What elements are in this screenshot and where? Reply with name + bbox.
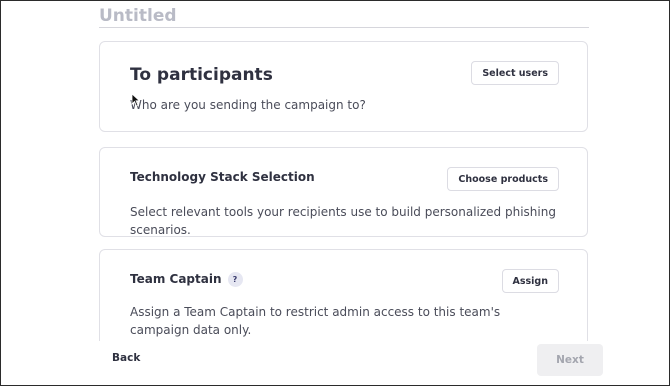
technology-stack-description: Select relevant tools your recipients us… [130,205,556,237]
campaign-setup-page: Untitled To participants Who are you sen… [1,1,669,385]
participants-card: To participants Who are you sending the … [99,41,588,132]
assign-button[interactable]: Assign [501,269,559,293]
campaign-title-input[interactable]: Untitled [99,5,589,28]
help-icon[interactable]: ? [227,272,243,287]
next-button[interactable]: Next [537,344,603,376]
team-captain-heading: Team Captain? [130,272,243,287]
select-users-button[interactable]: Select users [471,61,559,85]
team-captain-description: Assign a Team Captain to restrict admin … [130,305,501,337]
technology-stack-card: Technology Stack Selection Select releva… [99,147,588,237]
team-captain-title: Team Captain [130,272,222,286]
choose-products-button[interactable]: Choose products [447,167,559,191]
participants-title: To participants [130,65,273,85]
mouse-cursor-icon [131,93,141,107]
participants-description: Who are you sending the campaign to? [130,98,366,112]
footer-bar: Back Next [1,341,669,385]
technology-stack-title: Technology Stack Selection [130,170,315,184]
back-button[interactable]: Back [112,352,140,364]
